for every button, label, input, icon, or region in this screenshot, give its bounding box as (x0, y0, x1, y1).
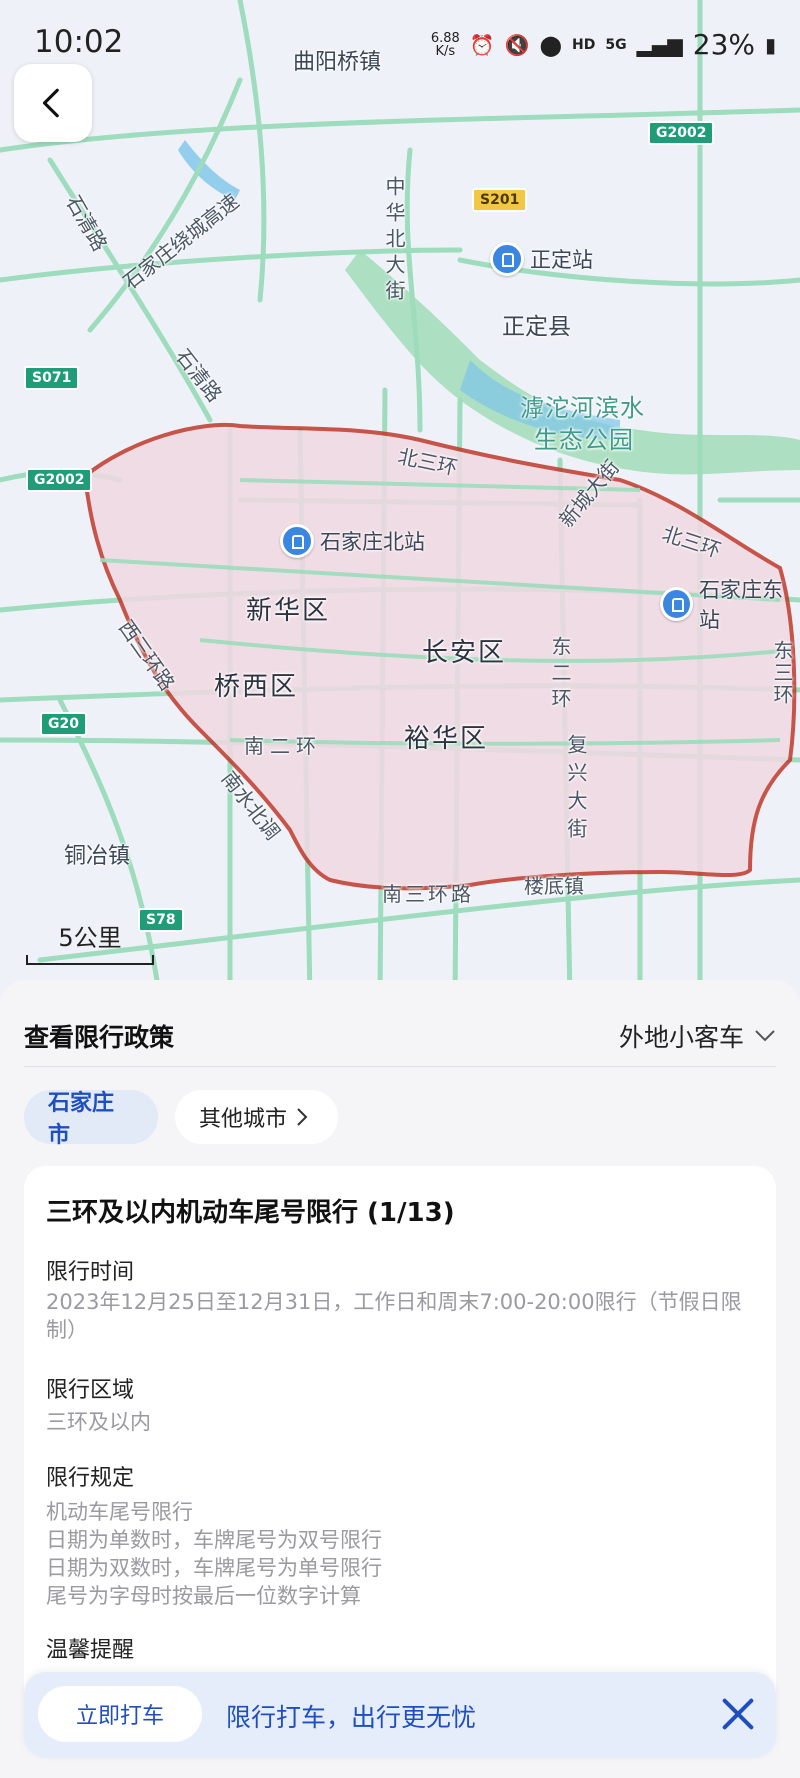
park-label: 生态公园 (534, 426, 634, 454)
chevron-right-icon (297, 1108, 308, 1126)
rule-line: 日期为双数时，车牌尾号为单号限行 (46, 1556, 382, 1580)
highway-shield: S201 (472, 188, 528, 212)
station-marker[interactable]: 正定站 (490, 242, 593, 276)
battery-icon: ▮ (764, 32, 776, 57)
road-label: 复兴大街 (564, 734, 588, 846)
place-label: 楼底镇 (524, 874, 584, 898)
station-label: 正定站 (530, 248, 593, 272)
hd-label: HD (572, 36, 596, 53)
policy-header: 查看限行政策 外地小客车 (24, 1018, 776, 1054)
time-heading: 限行时间 (46, 1260, 135, 1285)
time-body: 2023年12月25日至12月31日，工作日和周末7:00-20:00限行（节假… (46, 1290, 742, 1342)
rule-line: 日期为单数时，车牌尾号为双号限行 (46, 1528, 382, 1552)
place-label: 铜冶镇 (64, 844, 131, 869)
status-time: 10:02 (34, 24, 124, 60)
scale-line (26, 955, 154, 965)
chevron-left-icon (42, 88, 59, 118)
district-label: 长安区 (422, 638, 507, 668)
other-cities-chip[interactable]: 其他城市 (175, 1090, 338, 1144)
network-label: 5G (605, 36, 627, 53)
train-station-icon (280, 524, 314, 558)
promo-text: 限行打车，出行更无忧 (226, 1703, 477, 1732)
train-station-icon (490, 242, 524, 276)
signal-icon: ▂▄▆ (636, 32, 683, 57)
station-marker[interactable]: 石家庄东站 (660, 574, 800, 634)
net-speed-value: 6.88 (430, 30, 460, 46)
highway-shield: G2002 (26, 468, 93, 492)
map-view[interactable]: 曲阳桥镇 正定县 铜冶镇 楼底镇 滹沱河滨水 生态公园 新华区 长安区 桥西区 … (0, 0, 800, 1000)
status-bar: 10:02 6.88 K/s ⏰ 🔇 ⬤ HD 5G ▂▄▆ 23% ▮ (0, 0, 800, 88)
rule-heading: 限行规定 (46, 1466, 135, 1491)
area-body: 三环及以内 (46, 1410, 151, 1434)
district-label: 桥西区 (214, 672, 299, 702)
chevron-down-icon (755, 1030, 775, 1042)
park-label: 滹沱河滨水 (520, 394, 645, 422)
tips-heading: 温馨提醒 (46, 1638, 135, 1663)
hail-ride-button[interactable]: 立即打车 (38, 1686, 202, 1742)
train-station-icon (660, 587, 693, 621)
area-heading: 限行区域 (46, 1378, 135, 1403)
station-marker[interactable]: 石家庄北站 (280, 524, 425, 558)
district-label: 新华区 (246, 596, 331, 626)
net-speed-unit: K/s (435, 43, 456, 59)
mute-icon: 🔇 (504, 32, 530, 57)
map-scale-bar: 5公里 (26, 918, 154, 965)
back-button[interactable] (14, 64, 92, 142)
station-label: 石家庄东站 (698, 578, 783, 632)
district-label: 裕华区 (404, 724, 489, 754)
highway-shield: S071 (24, 366, 80, 390)
highway-shield: G2002 (648, 121, 715, 145)
scale-label: 5公里 (58, 924, 122, 952)
highway-shield: G20 (40, 712, 87, 736)
road-label: 中华北大街 (382, 176, 406, 306)
status-icons: 6.88 K/s ⏰ 🔇 ⬤ HD 5G ▂▄▆ 23% ▮ (431, 28, 776, 61)
road-label: 东二环 (548, 636, 572, 714)
net-speed: 6.88 K/s (431, 32, 460, 58)
rule-body: 机动车尾号限行 日期为单数时，车牌尾号为双号限行 日期为双数时，车牌尾号为单号限… (46, 1498, 756, 1610)
vehicle-type-dropdown[interactable]: 外地小客车 (619, 1018, 776, 1054)
road-label: 东三环 (770, 640, 794, 706)
city-chip-shijiazhuang[interactable]: 石家庄市 (24, 1090, 158, 1148)
place-label: 正定县 (502, 314, 571, 340)
alarm-icon: ⏰ (469, 32, 495, 57)
vehicle-type-value: 外地小客车 (618, 1023, 744, 1052)
close-icon[interactable] (718, 1694, 758, 1734)
road-label: 南三环路 (382, 882, 474, 906)
rule-line: 机动车尾号限行 (46, 1500, 193, 1524)
policy-sheet-title: 查看限行政策 (24, 1023, 175, 1052)
rule-line: 尾号为字母时按最后一位数字计算 (46, 1584, 361, 1608)
ride-promo-banner: 立即打车 限行打车，出行更无忧 (24, 1672, 776, 1758)
policy-card: 三环及以内机动车尾号限行 (1/13) 限行时间 2023年12月25日至12月… (24, 1166, 776, 1726)
other-cities-label: 其他城市 (199, 1107, 288, 1132)
location-icon: ⬤ (539, 32, 563, 57)
battery-percent: 23% (692, 28, 755, 61)
road-label: 南二环 (244, 734, 322, 758)
policy-card-title: 三环及以内机动车尾号限行 (1/13) (46, 1198, 455, 1228)
station-label: 石家庄北站 (320, 530, 425, 554)
divider (24, 1066, 776, 1067)
